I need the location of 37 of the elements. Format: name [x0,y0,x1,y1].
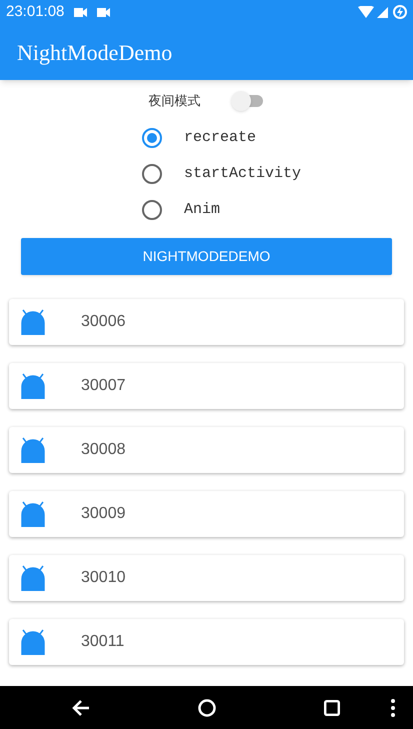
list-card[interactable]: 30010 [9,555,404,601]
status-time: 23:01:08 [6,2,64,22]
android-icon [20,373,46,399]
list-card[interactable]: 30008 [9,427,404,473]
signal-icon [377,6,388,18]
video-camera-icon [97,8,110,16]
radio-button[interactable] [142,200,162,220]
list-card[interactable]: 30007 [9,363,404,409]
option-label[interactable]: Anim [184,198,220,222]
list-item-text: 30008 [81,440,126,460]
android-icon [20,565,46,591]
list-card[interactable]: 30006 [9,299,404,345]
list-item-text: 30010 [81,568,126,588]
night-mode-switch[interactable] [230,91,264,111]
android-icon [20,501,46,527]
more-icon[interactable] [391,698,395,716]
list-item-text: 30011 [81,632,124,652]
night-mode-label: 夜间模式 [148,92,200,110]
list-card[interactable]: 30011 [9,619,404,665]
video-camera-icon [74,8,88,16]
option-label[interactable]: startActivity [184,162,302,186]
list-item-text: 30006 [81,312,126,332]
list-item-text: 30009 [81,504,126,524]
radio-button[interactable] [142,128,162,148]
option-label[interactable]: recreate [184,126,256,150]
android-icon [20,629,46,655]
home-icon[interactable] [198,698,216,716]
wifi-icon [358,6,374,18]
android-icon [20,309,46,335]
android-icon [20,437,46,463]
back-icon[interactable] [72,700,90,716]
list-item-text: 30007 [81,376,126,396]
app-title: NightModeDemo [17,38,172,67]
battery-charging-icon [393,5,407,19]
recents-icon[interactable] [324,700,340,716]
list-card[interactable]: 30009 [9,491,404,537]
radio-button[interactable] [142,164,162,184]
